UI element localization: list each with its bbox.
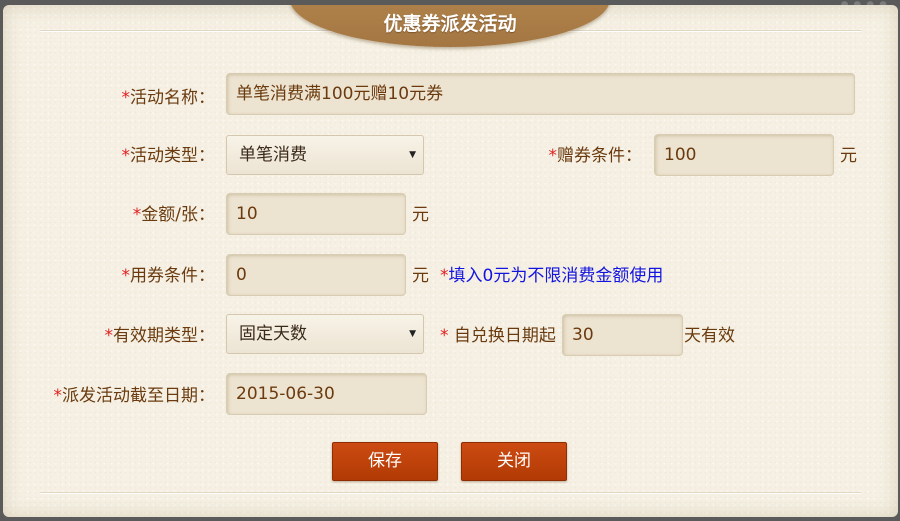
use-condition-label: *用券条件： bbox=[122, 265, 216, 287]
use-condition-label-text: 用券条件： bbox=[130, 266, 215, 286]
required-mark: * bbox=[104, 326, 114, 346]
end-date-label: *派发活动截至日期： bbox=[54, 385, 216, 407]
amount-label: *金额/张： bbox=[133, 204, 215, 226]
dropdown-arrow-icon: ▼ bbox=[409, 329, 416, 339]
use-condition-hint: *填入0元为不限消费金额使用 bbox=[440, 265, 663, 287]
gift-condition-unit: 元 bbox=[840, 146, 857, 166]
required-mark: * bbox=[53, 386, 63, 406]
required-mark: * bbox=[548, 146, 558, 166]
validity-type-label-text: 有效期类型： bbox=[113, 326, 215, 346]
required-mark: * bbox=[132, 205, 142, 225]
required-mark: * bbox=[121, 146, 131, 166]
activity-type-select[interactable]: 单笔消费 ▼ bbox=[226, 135, 424, 175]
gift-condition-label-text: 赠券条件： bbox=[557, 146, 642, 166]
gift-condition-label: *赠券条件： bbox=[549, 145, 643, 167]
validity-days-prefix: * 自兑换日期起 bbox=[440, 325, 556, 347]
validity-type-label: *有效期类型： bbox=[105, 325, 216, 347]
gift-condition-input[interactable]: 100 bbox=[654, 134, 834, 176]
validity-days-prefix-text: 自兑换日期起 bbox=[448, 326, 556, 346]
activity-name-label-text: 活动名称： bbox=[130, 88, 215, 108]
use-condition-hint-text: 填入0元为不限消费金额使用 bbox=[448, 266, 664, 286]
required-mark: * bbox=[440, 266, 449, 286]
amount-label-text: 金额/张： bbox=[141, 205, 215, 225]
use-condition-unit: 元 bbox=[412, 266, 429, 286]
activity-type-selected: 单笔消费 bbox=[239, 145, 307, 165]
required-mark: * bbox=[121, 266, 131, 286]
save-button[interactable]: 保存 bbox=[332, 442, 438, 481]
end-date-input[interactable]: 2015-06-30 bbox=[226, 373, 427, 415]
amount-unit: 元 bbox=[412, 205, 429, 225]
validity-days-input[interactable]: 30 bbox=[562, 314, 683, 356]
amount-input[interactable]: 10 bbox=[226, 193, 406, 235]
end-date-label-text: 派发活动截至日期： bbox=[62, 386, 215, 406]
activity-type-label: *活动类型： bbox=[122, 145, 216, 167]
validity-type-select[interactable]: 固定天数 ▼ bbox=[226, 314, 424, 354]
validity-type-selected: 固定天数 bbox=[239, 324, 307, 344]
activity-name-input[interactable]: 单笔消费满100元赠10元券 bbox=[226, 73, 855, 115]
validity-days-suffix: 天有效 bbox=[684, 326, 735, 346]
coupon-dialog: 优惠券派发活动 *活动名称： 单笔消费满100元赠10元券 *活动类型： 单笔消… bbox=[3, 5, 898, 517]
activity-name-label: *活动名称： bbox=[122, 87, 216, 109]
required-mark: * bbox=[121, 88, 131, 108]
activity-type-label-text: 活动类型： bbox=[130, 146, 215, 166]
required-mark: * bbox=[440, 326, 449, 346]
use-condition-input[interactable]: 0 bbox=[226, 254, 406, 296]
dropdown-arrow-icon: ▼ bbox=[409, 150, 416, 160]
close-button[interactable]: 关闭 bbox=[461, 442, 567, 481]
bottom-divider bbox=[40, 492, 861, 494]
dialog-title: 优惠券派发活动 bbox=[383, 13, 517, 35]
